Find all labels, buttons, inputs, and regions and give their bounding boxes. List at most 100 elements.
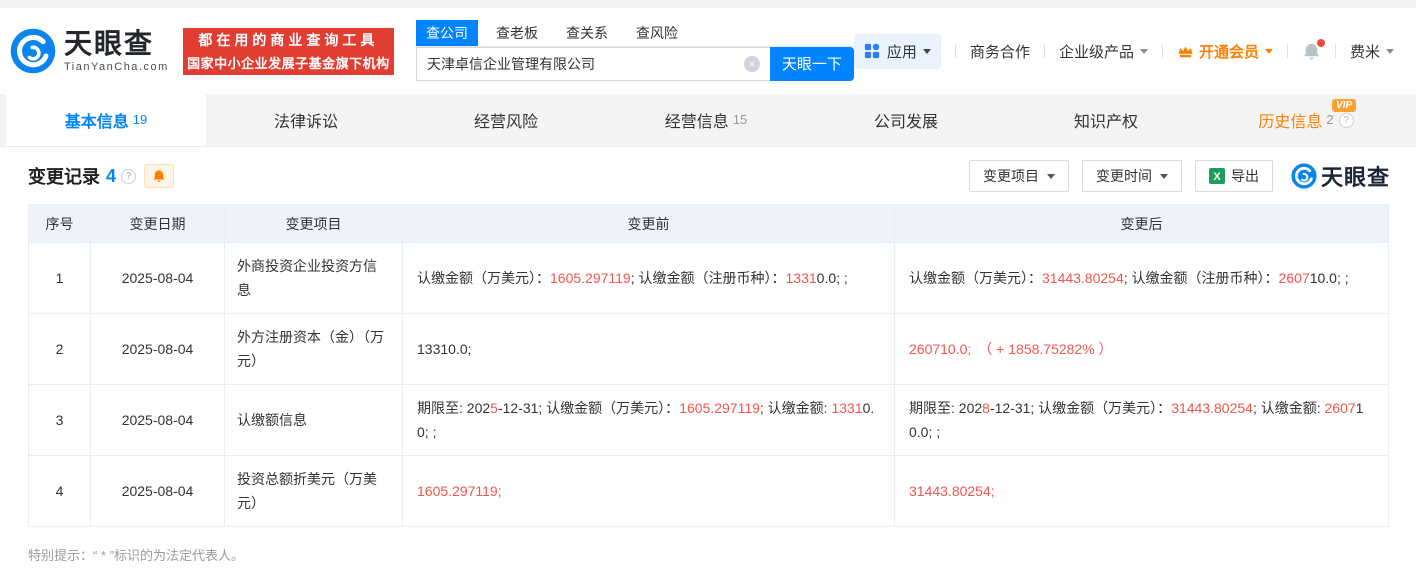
- tab-label: 经营风险: [473, 114, 538, 131]
- tab-label: 知识产权: [1073, 114, 1138, 131]
- search-tab-1[interactable]: 查老板: [486, 20, 548, 46]
- nav-business-coop[interactable]: 商务合作: [970, 41, 1030, 62]
- table-row: 1 2025-08-04 外商投资企业投资方信息 认缴金额（万美元）：1605.297…: [28, 242, 1389, 314]
- main-content: 变更记录 4 ? 变更项目 变更时间 X 导出 天眼查 序号 变更日期 变更项目…: [0, 147, 1416, 582]
- crown-icon: [1178, 45, 1193, 57]
- divider: [1043, 44, 1045, 58]
- cell-item: 投资总额折美元（万美元）: [224, 455, 403, 527]
- cell-no: 4: [28, 455, 91, 527]
- chevron-down-icon: [922, 49, 931, 58]
- header-nav: 应用 商务合作 企业级产品 开通会员 费米: [853, 33, 1394, 69]
- chevron-down-icon: [1264, 49, 1273, 58]
- col-header-before: 变更前: [402, 204, 895, 243]
- main-tab-0[interactable]: 基本信息 19: [6, 94, 206, 146]
- col-header-item: 变更项目: [224, 204, 403, 243]
- cell-before: 认缴金额（万美元）：1605.297119; 认缴金额（注册币种）：13310.…: [402, 242, 895, 314]
- brand-domain: TianYanCha.com: [64, 61, 169, 73]
- divider: [1286, 44, 1288, 58]
- filter-change-time[interactable]: 变更时间: [1081, 160, 1182, 192]
- table-row: 3 2025-08-04 认缴额信息 期限至: 2025-12-31; 认缴金额（万美…: [28, 384, 1389, 456]
- search-tab-0[interactable]: 查公司: [415, 19, 478, 46]
- table-body: 1 2025-08-04 外商投资企业投资方信息 认缴金额（万美元）：1605.297…: [28, 242, 1389, 527]
- logo-text: 天眼查 TianYanCha.com: [64, 28, 169, 74]
- section-header: 变更记录 4 ? 变更项目 变更时间 X 导出 天眼查: [0, 147, 1416, 202]
- help-icon[interactable]: ?: [1338, 112, 1354, 128]
- chevron-down-icon: [1046, 174, 1055, 183]
- apps-label: 应用: [886, 43, 917, 61]
- export-label: 导出: [1230, 168, 1259, 184]
- search-area: 查公司查老板查关系查风险 × 天眼一下: [415, 19, 854, 81]
- svg-text:X: X: [1213, 171, 1221, 183]
- main-tab-5[interactable]: 知识产权: [1006, 94, 1206, 146]
- footer-note: 特别提示：“ * ”标识的为法定代表人。: [0, 527, 1416, 582]
- table-row: 2 2025-08-04 外方注册资本（金）（万元） 13310.0; 260710.0…: [28, 313, 1389, 385]
- cell-date: 2025-08-04: [90, 313, 225, 385]
- search-tab-3[interactable]: 查风险: [626, 20, 688, 46]
- col-header-no: 序号: [28, 204, 91, 243]
- filter-time-label: 变更时间: [1095, 168, 1152, 184]
- cell-after: 期限至: 2028-12-31; 认缴金额（万美元）：31443.80254; …: [894, 384, 1389, 456]
- vip-label: 开通会员: [1198, 43, 1259, 61]
- clear-icon[interactable]: ×: [743, 55, 760, 72]
- tab-label: 公司发展: [873, 114, 938, 131]
- main-tab-4[interactable]: 公司发展: [806, 94, 1006, 146]
- watermark-text: 天眼查: [1320, 165, 1390, 190]
- cell-item: 外商投资企业投资方信息: [224, 242, 403, 314]
- cell-before: 期限至: 2025-12-31; 认缴金额（万美元）：1605.297119; …: [402, 384, 895, 456]
- main-tab-2[interactable]: 经营风险: [406, 94, 606, 146]
- tab-count: 15: [732, 111, 748, 127]
- slogan-line1: 都在用的商业查询工具: [198, 32, 379, 48]
- search-input[interactable]: [415, 46, 770, 81]
- bell-icon: [153, 170, 165, 182]
- tab-label: 法律诉讼: [273, 114, 338, 131]
- user-menu[interactable]: 费米: [1350, 41, 1394, 62]
- tab-label: 经营信息: [664, 114, 729, 131]
- watermark-logo: 天眼查: [1291, 160, 1390, 192]
- tab-count: 2: [1326, 111, 1334, 127]
- subscribe-bell-button[interactable]: [144, 164, 175, 188]
- tab-label: 历史信息: [1258, 114, 1323, 131]
- search-tab-2[interactable]: 查关系: [556, 20, 618, 46]
- slogan-line2: 国家中小企业发展子基金旗下机构: [187, 56, 390, 71]
- tab-label: 基本信息: [64, 114, 129, 131]
- section-count: 4: [106, 165, 117, 186]
- filter-change-project[interactable]: 变更项目: [968, 160, 1069, 192]
- change-records-table: 序号 变更日期 变更项目 变更前 变更后 1 2025-08-04 外商投资企业投资…: [28, 204, 1389, 527]
- search-tab-list: 查公司 查老板 查关系 查风险: [415, 19, 854, 47]
- notifications-bell[interactable]: [1302, 38, 1325, 61]
- cell-item: 认缴额信息: [224, 384, 403, 456]
- cell-after: 31443.80254;: [894, 455, 1389, 527]
- main-tab-6[interactable]: 历史信息 2? VIP: [1206, 94, 1406, 146]
- tianyancha-logo-icon: [10, 28, 56, 74]
- vip-badge-icon: VIP: [1332, 99, 1357, 112]
- cell-before: 1605.297119;: [402, 455, 895, 527]
- search-button[interactable]: 天眼一下: [769, 46, 854, 81]
- cell-date: 2025-08-04: [90, 384, 225, 456]
- export-button[interactable]: X 导出: [1194, 160, 1273, 192]
- cell-item: 外方注册资本（金）（万元）: [224, 313, 403, 385]
- excel-icon: X: [1208, 168, 1225, 184]
- cell-no: 2: [28, 313, 91, 385]
- help-icon[interactable]: ?: [121, 168, 137, 184]
- open-vip-button[interactable]: 开通会员: [1177, 41, 1273, 62]
- main-tab-bar: 基本信息 19 法律诉讼 经营风险 经营信息 15 公司发展 知识产权 历史信息 2? VIP: [0, 94, 1416, 147]
- section-controls: 变更项目 变更时间 X 导出 天眼查: [956, 160, 1390, 192]
- main-tab-3[interactable]: 经营信息 15: [606, 94, 806, 146]
- col-header-after: 变更后: [894, 204, 1389, 243]
- tianyancha-logo[interactable]: 天眼查 TianYanCha.com: [10, 28, 169, 74]
- chevron-down-icon: [1139, 49, 1148, 58]
- cell-no: 1: [28, 242, 91, 314]
- notification-dot: [1316, 38, 1325, 47]
- cell-date: 2025-08-04: [90, 242, 225, 314]
- search-box: × 天眼一下: [415, 46, 854, 81]
- table-header-row: 序号 变更日期 变更项目 变更前 变更后: [28, 204, 1389, 243]
- brand-name: 天眼查: [64, 28, 155, 59]
- divider: [1161, 44, 1163, 58]
- main-tab-1[interactable]: 法律诉讼: [206, 94, 406, 146]
- col-header-date: 变更日期: [90, 204, 225, 243]
- cell-no: 3: [28, 384, 91, 456]
- apps-menu[interactable]: 应用: [853, 33, 941, 69]
- chevron-down-icon: [1159, 174, 1168, 183]
- nav-enterprise-products[interactable]: 企业级产品: [1059, 41, 1148, 62]
- enterprise-label: 企业级产品: [1058, 43, 1134, 61]
